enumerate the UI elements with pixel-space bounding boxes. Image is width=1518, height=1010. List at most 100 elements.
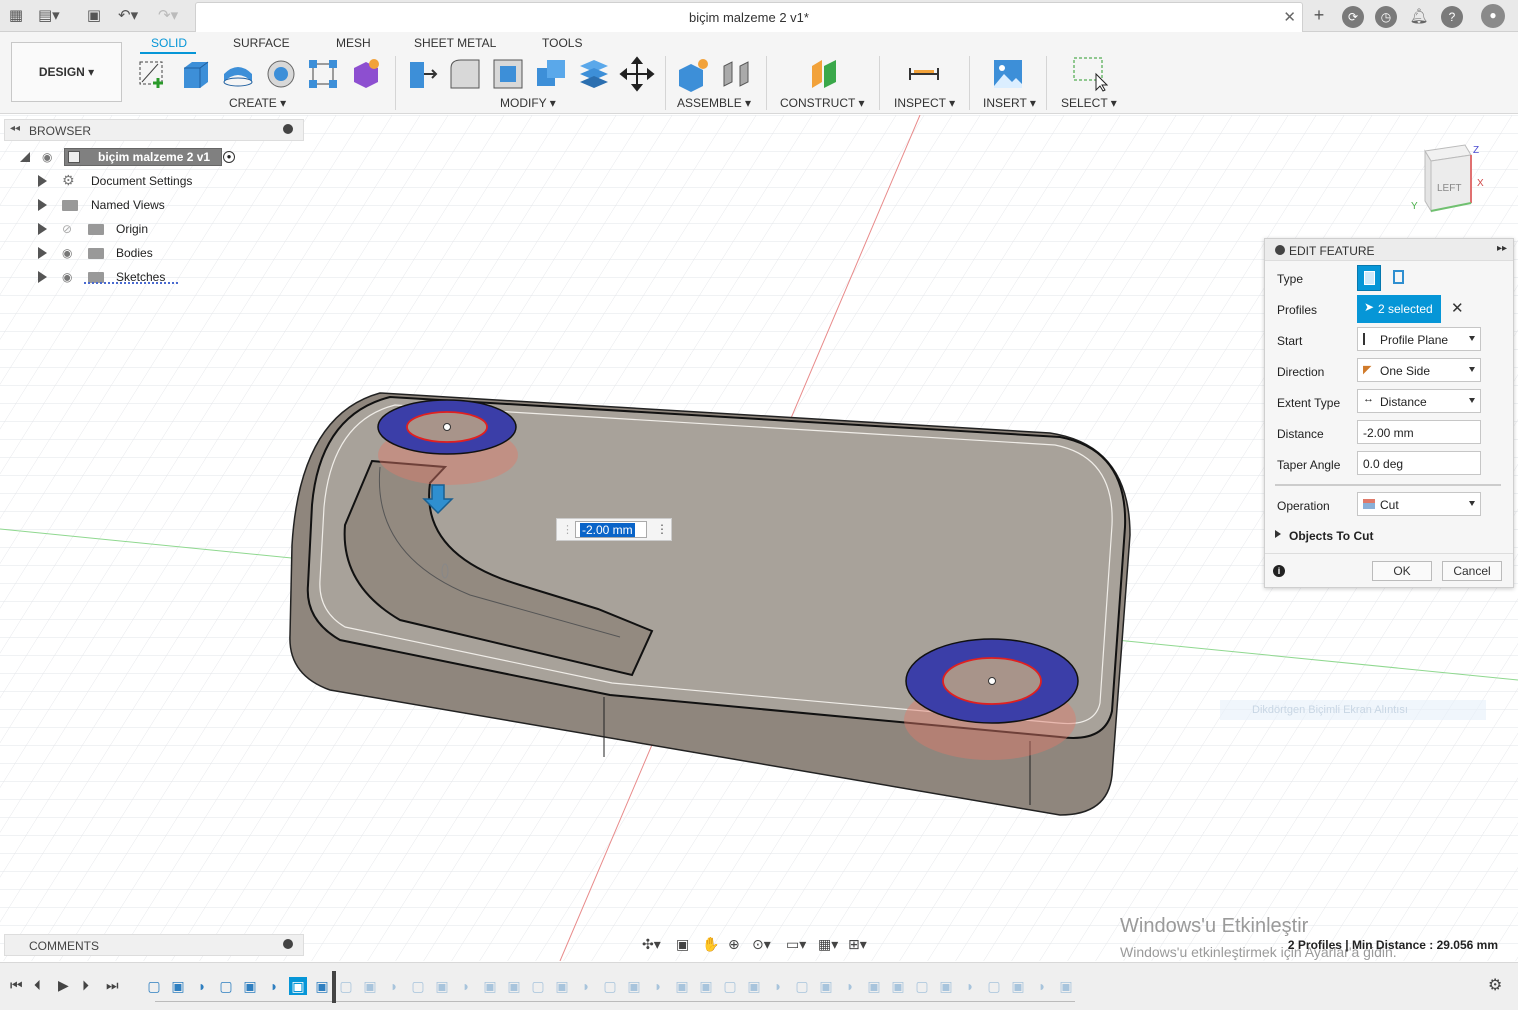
- activate-radio-icon[interactable]: ●: [223, 151, 235, 163]
- timeline-feature-icon[interactable]: ◗: [265, 977, 283, 995]
- operation-select[interactable]: Cut: [1357, 492, 1481, 516]
- timeline-feature-icon[interactable]: ▢: [721, 977, 739, 995]
- view-cube[interactable]: LEFT Z X Y: [1405, 141, 1485, 231]
- create-menu[interactable]: CREATE ▾: [229, 96, 286, 110]
- timeline-feature-icon[interactable]: ◗: [577, 977, 595, 995]
- ok-button[interactable]: OK: [1372, 561, 1432, 581]
- extrude-icon[interactable]: [178, 56, 214, 92]
- create-sketch-icon[interactable]: [136, 56, 172, 92]
- grid-settings-icon[interactable]: ▦▾: [818, 936, 838, 953]
- combine-icon[interactable]: [533, 56, 569, 92]
- timeline-feature-icon[interactable]: ▣: [937, 977, 955, 995]
- timeline-feature-icon[interactable]: ▣: [697, 977, 715, 995]
- user-avatar-icon[interactable]: ●: [1481, 4, 1505, 28]
- timeline-feature-icon[interactable]: ◗: [961, 977, 979, 995]
- document-tab[interactable]: biçim malzeme 2 v1* ✕: [195, 2, 1303, 32]
- tab-tools[interactable]: TOOLS: [542, 36, 582, 50]
- tree-root[interactable]: ◉ biçim malzeme 2 v1 ●: [0, 146, 300, 168]
- timeline-settings-gear-icon[interactable]: ⚙: [1488, 975, 1502, 995]
- expand-triangle-icon[interactable]: [20, 152, 30, 162]
- timeline-feature-icon[interactable]: ▣: [241, 977, 259, 995]
- objects-to-cut-section[interactable]: Objects To Cut: [1275, 527, 1475, 547]
- pan-icon[interactable]: ✋: [702, 936, 719, 953]
- move-icon[interactable]: [619, 56, 655, 92]
- timeline-feature-icon[interactable]: ▣: [433, 977, 451, 995]
- expand-triangle-icon[interactable]: [38, 223, 47, 235]
- expand-triangle-icon[interactable]: [38, 247, 47, 259]
- timeline-feature-icon[interactable]: ▣: [361, 977, 379, 995]
- timeline-feature-icon[interactable]: ▣: [313, 977, 331, 995]
- insert-menu[interactable]: INSERT ▾: [983, 96, 1036, 110]
- timeline-feature-icon[interactable]: ◗: [385, 977, 403, 995]
- timeline-feature-icon[interactable]: ◗: [841, 977, 859, 995]
- timeline-feature-icon[interactable]: ▢: [337, 977, 355, 995]
- info-icon[interactable]: i: [1273, 565, 1285, 577]
- revolve-icon[interactable]: [220, 56, 256, 92]
- visibility-eye-icon[interactable]: ◉: [62, 246, 72, 260]
- expand-triangle-icon[interactable]: [38, 199, 47, 211]
- tab-sheet-metal[interactable]: SHEET METAL: [414, 36, 496, 50]
- timeline-feature-icon[interactable]: ▣: [673, 977, 691, 995]
- start-select[interactable]: Profile Plane: [1357, 327, 1481, 351]
- expand-triangle-icon[interactable]: [38, 175, 47, 187]
- timeline-first-icon[interactable]: ⏮: [10, 977, 23, 994]
- shell-icon[interactable]: [490, 56, 526, 92]
- expand-panel-icon[interactable]: ▸▸: [1497, 243, 1507, 254]
- visibility-eye-icon[interactable]: ◉: [42, 150, 52, 164]
- timeline-feature-icon[interactable]: ▣: [481, 977, 499, 995]
- cancel-button[interactable]: Cancel: [1442, 561, 1502, 581]
- workspace-switcher[interactable]: DESIGN ▾: [11, 42, 122, 102]
- tree-item-document-settings[interactable]: ⚙ Document Settings: [0, 170, 300, 192]
- dimension-input-box[interactable]: ⋮ -2.00 mm ⋮: [556, 518, 672, 541]
- tab-surface[interactable]: SURFACE: [233, 36, 290, 50]
- pattern-icon[interactable]: [305, 56, 341, 92]
- timeline-prev-icon[interactable]: ⏴: [34, 977, 41, 994]
- timeline-feature-icon[interactable]: ▣: [169, 977, 187, 995]
- fillet-icon[interactable]: [447, 56, 483, 92]
- distance-input[interactable]: -2.00 mm: [1357, 420, 1481, 444]
- redo-icon[interactable]: ↷▾: [158, 6, 178, 26]
- form-icon[interactable]: [348, 56, 384, 92]
- taper-angle-input[interactable]: 0.0 deg: [1357, 451, 1481, 475]
- insert-image-icon[interactable]: [990, 56, 1026, 92]
- file-menu-icon[interactable]: ▤▾: [38, 6, 60, 26]
- fit-icon[interactable]: ⊙▾: [752, 936, 771, 953]
- select-menu[interactable]: SELECT ▾: [1061, 96, 1117, 110]
- timeline-feature-icon[interactable]: ◗: [457, 977, 475, 995]
- timeline-feature-icon[interactable]: ◗: [649, 977, 667, 995]
- inspect-menu[interactable]: INSPECT ▾: [894, 96, 955, 110]
- modify-menu[interactable]: MODIFY ▾: [500, 96, 556, 110]
- help-icon[interactable]: ?: [1441, 6, 1463, 28]
- close-tab-icon[interactable]: ✕: [1283, 8, 1296, 26]
- orbit-icon[interactable]: ✣▾: [642, 936, 661, 953]
- extensions-icon[interactable]: ⟳: [1342, 6, 1364, 28]
- assemble-menu[interactable]: ASSEMBLE ▾: [677, 96, 751, 110]
- panel-header[interactable]: EDIT FEATURE ▸▸: [1265, 239, 1513, 261]
- new-tab-icon[interactable]: +: [1309, 5, 1329, 25]
- save-icon[interactable]: ▣: [84, 6, 104, 26]
- tree-item-bodies[interactable]: ◉ Bodies: [0, 242, 300, 264]
- timeline-feature-icon[interactable]: ◗: [769, 977, 787, 995]
- offset-face-icon[interactable]: [576, 56, 612, 92]
- select-window-icon[interactable]: [1072, 56, 1108, 92]
- timeline-marker[interactable]: [332, 971, 336, 1003]
- browser-header[interactable]: ◂◂ BROWSER: [4, 119, 304, 141]
- tab-solid[interactable]: SOLID: [151, 36, 187, 50]
- measure-icon[interactable]: [906, 56, 942, 92]
- timeline-feature-icon[interactable]: ▢: [529, 977, 547, 995]
- notifications-icon[interactable]: 🔔︎: [1408, 6, 1430, 28]
- dimension-input[interactable]: -2.00 mm: [575, 521, 647, 538]
- timeline-feature-icon[interactable]: ▣: [745, 977, 763, 995]
- extent-type-select[interactable]: ↔ Distance: [1357, 389, 1481, 413]
- collapse-browser-icon[interactable]: ◂◂: [10, 123, 20, 134]
- viewports-icon[interactable]: ⊞▾: [848, 936, 867, 953]
- undo-icon[interactable]: ↶▾: [118, 6, 138, 26]
- hidden-eye-icon[interactable]: ⊘: [62, 222, 72, 236]
- timeline-feature-icon[interactable]: ▣: [505, 977, 523, 995]
- timeline-feature-icon[interactable]: ▣: [553, 977, 571, 995]
- tab-mesh[interactable]: MESH: [336, 36, 371, 50]
- look-at-icon[interactable]: ▣: [676, 936, 689, 953]
- press-pull-icon[interactable]: [404, 56, 440, 92]
- view-cube-side[interactable]: [1424, 149, 1432, 213]
- direction-select[interactable]: ◤ One Side: [1357, 358, 1481, 382]
